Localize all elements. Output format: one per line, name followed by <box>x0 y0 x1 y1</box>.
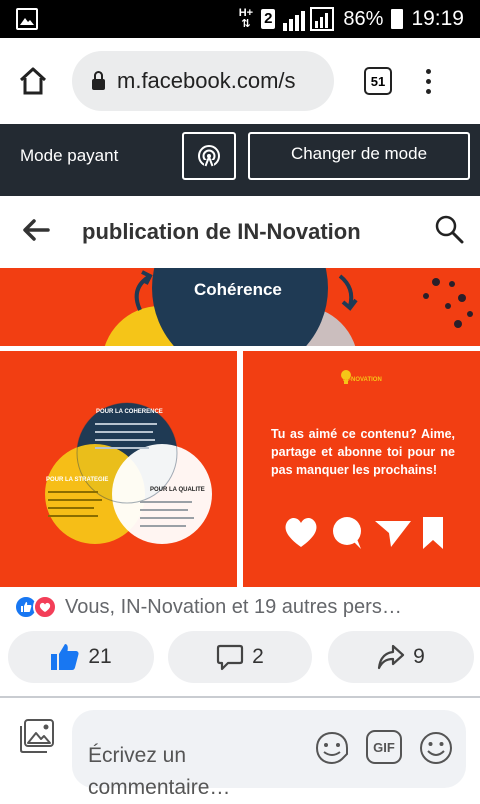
url-bar[interactable]: m.facebook.com/s <box>72 51 334 111</box>
thumbs-up-icon <box>51 644 79 670</box>
send-icon <box>375 521 411 547</box>
sticker-icon[interactable] <box>314 730 350 766</box>
more-menu-icon[interactable] <box>426 68 431 94</box>
comment-icon <box>217 644 244 671</box>
venn-label-strategie: POUR LA STRATEGIE <box>46 477 109 483</box>
promo-brand: IN-NOVATION <box>343 377 382 383</box>
comment-placeholder: Écrivez un commentaire… <box>88 744 231 799</box>
like-button[interactable]: 21 <box>8 631 154 683</box>
post-actions: 21 2 9 <box>0 631 480 685</box>
reactions-text: Vous, IN-Novation et 19 autres pers… <box>65 595 402 618</box>
post-image-top[interactable]: Cohérence <box>0 268 480 346</box>
post-image-promo[interactable]: IN-NOVATION Tu as aimé ce contenu? Aime,… <box>243 351 480 587</box>
status-bar: H+ ⇅ 2 86% 19:19 <box>0 0 480 38</box>
venn-label-coherence: POUR LA COHERENCE <box>96 409 163 415</box>
clock: 19:19 <box>411 7 464 30</box>
post-image-venn[interactable]: POUR LA COHERENCE POUR LA STRATEGIE POUR… <box>0 351 237 587</box>
heart-icon <box>285 517 317 547</box>
mode-label: Mode payant <box>20 146 119 165</box>
back-arrow-icon[interactable] <box>22 218 50 242</box>
venn-label-qualite: POUR LA QUALITE <box>150 487 205 493</box>
comment-count: 2 <box>252 645 264 668</box>
like-count: 21 <box>88 645 112 668</box>
search-icon[interactable] <box>434 214 464 244</box>
comment-input[interactable]: Écrivez un commentaire… GIF <box>72 710 466 799</box>
network-type-icon: H+ ⇅ <box>238 7 254 30</box>
browser-toolbar: m.facebook.com/s 51 <box>0 38 480 124</box>
sim-badge: 2 <box>261 9 276 29</box>
home-icon[interactable] <box>16 64 50 98</box>
promo-text: Tu as aimé ce contenu? Aime, partage et … <box>271 427 455 477</box>
photo-icon[interactable] <box>18 718 56 754</box>
share-button[interactable]: 9 <box>328 631 474 683</box>
emoji-icon[interactable] <box>418 730 454 766</box>
battery-icon <box>391 9 404 29</box>
reactions-summary[interactable]: Vous, IN-Novation et 19 autres pers… <box>0 588 480 626</box>
gallery-notification-icon <box>16 8 38 30</box>
tab-count: 51 <box>370 73 386 89</box>
speech-bubble-icon <box>333 517 361 549</box>
gif-button[interactable]: GIF <box>366 730 402 764</box>
page-header: publication de IN-Novation <box>0 196 480 268</box>
share-count: 9 <box>413 645 425 668</box>
tab-switcher-button[interactable]: 51 <box>364 67 392 95</box>
comment-composer: Écrivez un commentaire… GIF <box>0 698 480 800</box>
comment-button[interactable]: 2 <box>168 631 312 683</box>
data-mode-bar: Mode payant Changer de mode <box>0 124 480 196</box>
broadcast-icon <box>198 145 220 169</box>
share-icon <box>378 644 405 670</box>
change-mode-button[interactable]: Changer de mode <box>248 132 470 180</box>
gif-label: GIF <box>373 739 395 755</box>
free-mode-button[interactable] <box>182 132 236 180</box>
bookmark-icon <box>423 517 443 549</box>
lock-icon <box>92 70 105 90</box>
love-reaction-icon <box>33 595 57 619</box>
battery-percent: 86% <box>343 7 384 30</box>
url-text: m.facebook.com/s <box>117 68 296 93</box>
page-title: publication de IN-Novation <box>82 219 361 244</box>
top-image-heading: Cohérence <box>194 280 282 299</box>
signal-icon <box>283 7 335 31</box>
